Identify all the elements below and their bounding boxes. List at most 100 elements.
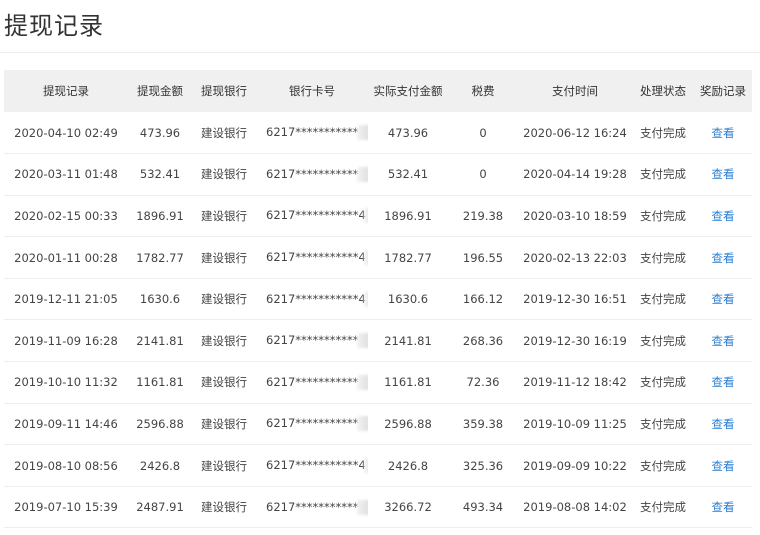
actual-paid-cell: 3266.72: [384, 500, 432, 515]
card-redaction-mask: [356, 125, 368, 141]
view-link-cell: 查看: [694, 154, 752, 196]
pay-time-cell: 2019-12-30 16:51: [523, 292, 627, 307]
card-number-cell: 6217***********: [256, 154, 368, 196]
table-row: 2019-09-11 14:46 2596.88 建设银行 6217*********…: [4, 403, 752, 445]
actual-paid-cell: 532.41: [387, 167, 429, 182]
actual-paid-cell: 2141.81: [384, 333, 432, 348]
bank-name-cell: 建设银行: [201, 208, 247, 223]
view-link-cell: 查看: [694, 403, 752, 445]
card-number-text: 6217***********: [266, 374, 359, 389]
withdrawal-time-cell: 2020-03-11 01:48: [14, 167, 118, 182]
table-row: 2019-08-10 08:56 2426.8 建设银行 6217**********…: [4, 445, 752, 487]
card-redaction-mask: [363, 208, 368, 224]
view-link-cell: 查看: [694, 445, 752, 487]
withdrawal-amount-cell: 2487.91: [136, 500, 184, 515]
tax-cell: 166.12: [462, 292, 504, 307]
table-row: 2019-12-11 21:05 1630.6 建设银行 6217**********…: [4, 278, 752, 320]
withdrawal-time-cell: 2019-08-10 08:56: [14, 458, 118, 473]
status-cell: 支付完成: [640, 416, 686, 431]
tax-cell: 72.36: [466, 375, 500, 390]
table-row: 2020-02-15 00:33 1896.91 建设银行 6217*********…: [4, 195, 752, 237]
pay-time-cell: 2020-06-12 16:24: [523, 125, 627, 140]
view-reward-link[interactable]: 查看: [712, 417, 735, 431]
card-redaction-mask: [356, 166, 368, 182]
pay-time-cell: 2019-10-09 11:25: [523, 416, 627, 431]
withdrawal-time-cell: 2020-01-11 00:28: [14, 250, 118, 265]
withdrawal-records-table: 提现记录 提现金额 提现银行 银行卡号 实际支付金额 税费 支付时间 处理状态 …: [4, 70, 752, 528]
view-reward-link[interactable]: 查看: [712, 126, 735, 140]
view-reward-link[interactable]: 查看: [712, 167, 735, 181]
status-cell: 支付完成: [640, 125, 686, 140]
view-reward-link[interactable]: 查看: [712, 251, 735, 265]
bank-name-cell: 建设银行: [201, 458, 247, 473]
view-reward-link[interactable]: 查看: [712, 292, 735, 306]
card-number-text: 6217***********: [266, 166, 359, 181]
withdrawal-amount-cell: 1896.91: [136, 208, 184, 223]
withdrawal-amount-cell: 2426.8: [139, 458, 181, 473]
pay-time-cell: 2019-11-12 18:42: [523, 375, 627, 390]
card-redaction-mask: [363, 250, 368, 266]
card-number-cell: 6217***********: [256, 486, 368, 528]
view-link-cell: 查看: [694, 486, 752, 528]
withdrawal-amount-cell: 1161.81: [136, 375, 184, 390]
card-redaction-mask: [363, 291, 368, 307]
card-redaction-mask: [356, 416, 368, 432]
bank-name-cell: 建设银行: [201, 250, 247, 265]
table-row: 2019-07-10 15:39 2487.91 建设银行 6217*********…: [4, 486, 752, 528]
tax-cell: 325.36: [462, 458, 504, 473]
withdrawal-amount-cell: 1630.6: [139, 292, 181, 307]
card-redaction-mask: [356, 374, 368, 390]
header-withdrawal-bank: 提现银行: [201, 84, 247, 98]
bank-name-cell: 建设银行: [201, 292, 247, 307]
page-title: 提现记录: [4, 12, 104, 40]
actual-paid-cell: 1782.77: [384, 250, 432, 265]
tax-cell: 0: [479, 125, 487, 140]
header-withdrawal-amount: 提现金额: [137, 84, 183, 98]
actual-paid-cell: 2596.88: [384, 416, 432, 431]
header-actual-paid: 实际支付金额: [373, 84, 443, 98]
card-number-text: 6217***********4: [266, 208, 366, 223]
withdrawal-time-cell: 2019-07-10 15:39: [14, 500, 118, 515]
table-row: 2019-11-09 16:28 2141.81 建设银行 6217*********…: [4, 320, 752, 362]
view-reward-link[interactable]: 查看: [712, 500, 735, 514]
view-reward-link[interactable]: 查看: [712, 459, 735, 473]
table-row: 2020-01-11 00:28 1782.77 建设银行 6217*********…: [4, 237, 752, 279]
table-row: 2020-03-11 01:48 532.41 建设银行 6217**********…: [4, 154, 752, 196]
tax-cell: 359.38: [462, 416, 504, 431]
withdrawal-time-cell: 2020-02-15 00:33: [14, 208, 118, 223]
header-withdrawal-record: 提现记录: [43, 84, 89, 98]
card-number-cell: 6217***********4: [256, 445, 368, 487]
bank-name-cell: 建设银行: [201, 125, 247, 140]
status-cell: 支付完成: [640, 500, 686, 515]
view-link-cell: 查看: [694, 237, 752, 279]
pay-time-cell: 2019-09-09 10:22: [523, 458, 627, 473]
bank-name-cell: 建设银行: [201, 375, 247, 390]
withdrawal-amount-cell: 473.96: [139, 125, 181, 140]
withdrawal-amount-cell: 2141.81: [136, 333, 184, 348]
table-body: 2020-04-10 02:49 473.96 建设银行 6217**********…: [4, 112, 752, 528]
view-reward-link[interactable]: 查看: [712, 375, 735, 389]
status-cell: 支付完成: [640, 375, 686, 390]
header-reward-record: 奖励记录: [700, 84, 746, 98]
card-number-cell: 6217***********: [256, 403, 368, 445]
withdrawal-time-cell: 2019-11-09 16:28: [14, 333, 118, 348]
view-link-cell: 查看: [694, 278, 752, 320]
view-reward-link[interactable]: 查看: [712, 334, 735, 348]
card-number-cell: 6217***********: [256, 320, 368, 362]
bank-name-cell: 建设银行: [201, 167, 247, 182]
withdrawal-time-cell: 2019-12-11 21:05: [14, 292, 118, 307]
header-pay-time: 支付时间: [552, 84, 598, 98]
header-card-number: 银行卡号: [289, 84, 335, 98]
card-number-cell: 6217***********4: [256, 278, 368, 320]
card-redaction-mask: [356, 333, 368, 349]
actual-paid-cell: 1161.81: [384, 375, 432, 390]
view-link-cell: 查看: [694, 320, 752, 362]
withdrawal-time-cell: 2019-09-11 14:46: [14, 416, 118, 431]
status-cell: 支付完成: [640, 208, 686, 223]
tax-cell: 268.36: [462, 333, 504, 348]
card-redaction-mask: [363, 458, 368, 474]
table-row: 2020-04-10 02:49 473.96 建设银行 6217**********…: [4, 112, 752, 154]
header-status: 处理状态: [640, 84, 686, 98]
bank-name-cell: 建设银行: [201, 333, 247, 348]
view-reward-link[interactable]: 查看: [712, 209, 735, 223]
